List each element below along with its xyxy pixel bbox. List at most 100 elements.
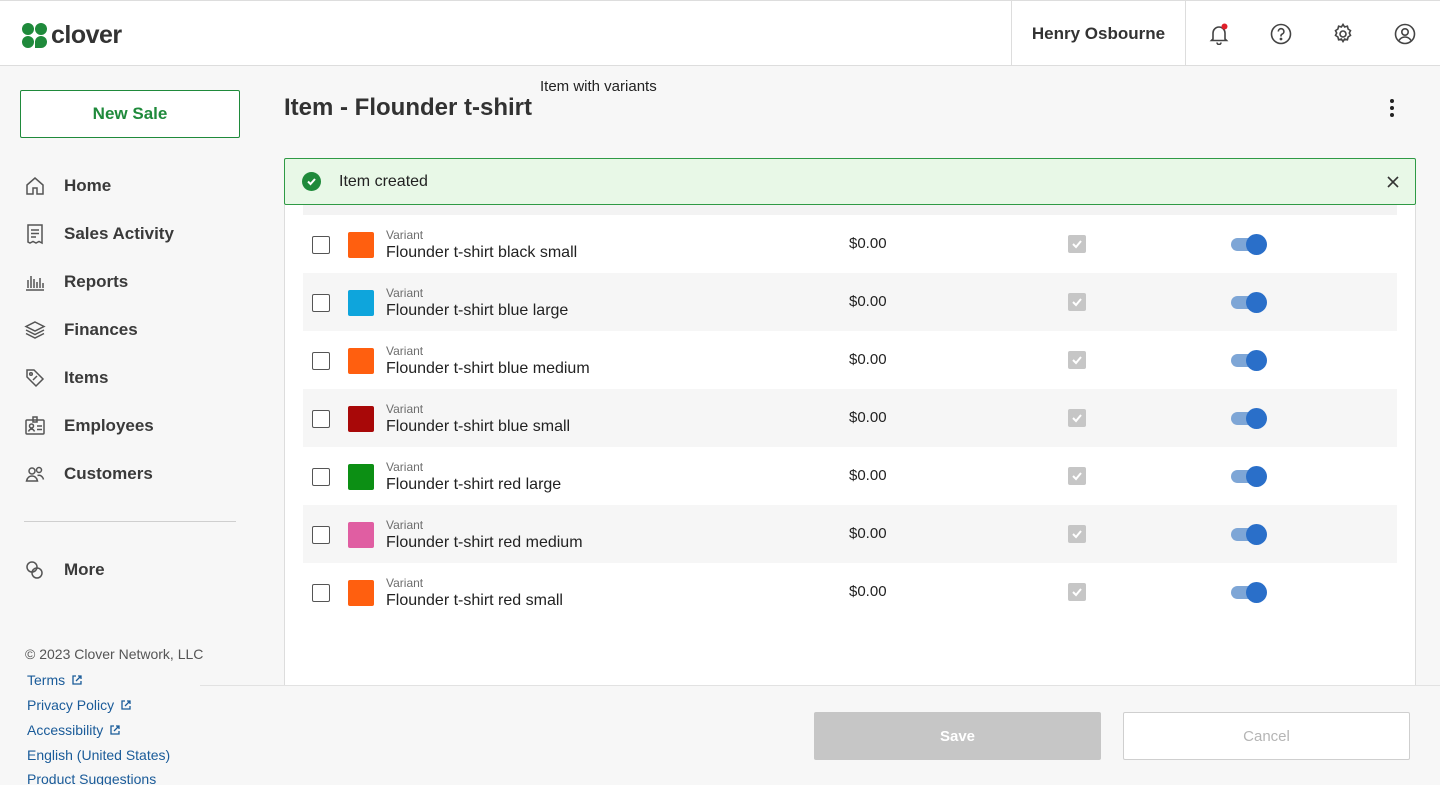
sidebar: New Sale Home Sales Activity Reports Fin… [0, 66, 260, 785]
clover-logo[interactable]: clover [22, 21, 122, 50]
variant-type-label: Variant [386, 518, 424, 532]
disabled-checkbox [1068, 525, 1086, 543]
row-divider [303, 205, 1397, 215]
user-menu[interactable]: Henry Osbourne [1011, 1, 1186, 66]
variant-name[interactable]: Flounder t-shirt blue medium [386, 360, 590, 378]
gear-icon[interactable] [1332, 23, 1354, 45]
row-checkbox[interactable] [312, 410, 330, 428]
variant-row[interactable]: Variant Flounder t-shirt blue small $0.00 [303, 389, 1397, 447]
sidebar-item-customers[interactable]: Customers [24, 459, 153, 489]
variants-panel: Variant Flounder t-shirt black small $0.00… [284, 205, 1416, 685]
external-link-icon [121, 700, 131, 710]
variant-name[interactable]: Flounder t-shirt blue small [386, 418, 570, 436]
row-checkbox[interactable] [312, 526, 330, 544]
sidebar-item-reports[interactable]: Reports [24, 267, 128, 297]
sidebar-item-sales-activity[interactable]: Sales Activity [24, 219, 174, 249]
id-badge-icon [25, 416, 45, 435]
variant-row[interactable]: Variant Flounder t-shirt red large $0.00 [303, 447, 1397, 505]
notification-dot [1221, 23, 1228, 30]
availability-toggle[interactable] [1231, 350, 1267, 371]
sidebar-item-items[interactable]: Items [24, 363, 108, 393]
sidebar-item-finances[interactable]: Finances [24, 315, 138, 345]
disabled-checkbox [1068, 409, 1086, 427]
row-checkbox[interactable] [312, 352, 330, 370]
variant-price: $0.00 [849, 525, 887, 542]
logo-text: clover [51, 21, 122, 49]
save-button[interactable]: Save [814, 712, 1101, 760]
variant-row[interactable]: Variant Flounder t-shirt black small $0.00 [303, 215, 1397, 273]
receipt-icon [27, 224, 43, 245]
layers-icon [24, 321, 46, 339]
clover-leaf-icon [22, 22, 48, 49]
link-label: Terms [27, 672, 66, 688]
variant-price: $0.00 [849, 293, 887, 310]
external-link-icon [72, 675, 82, 685]
language-link[interactable]: English (United States) [27, 747, 170, 763]
row-checkbox[interactable] [312, 468, 330, 486]
variant-name[interactable]: Flounder t-shirt blue large [386, 302, 568, 320]
availability-toggle[interactable] [1231, 582, 1267, 603]
sidebar-item-employees[interactable]: Employees [24, 411, 154, 441]
link-label: Privacy Policy [27, 697, 115, 713]
variant-type-label: Variant [386, 286, 424, 300]
variant-color-swatch [348, 290, 374, 316]
sidebar-item-label: More [64, 560, 105, 579]
variant-row[interactable]: Variant Flounder t-shirt blue large $0.00 [303, 273, 1397, 331]
new-sale-button[interactable]: New Sale [20, 90, 240, 138]
people-icon [25, 466, 45, 482]
row-checkbox[interactable] [312, 236, 330, 254]
variant-name[interactable]: Flounder t-shirt red large [386, 476, 561, 494]
variant-price: $0.00 [849, 409, 887, 426]
sidebar-item-home[interactable]: Home [24, 171, 111, 201]
variant-row[interactable]: Variant Flounder t-shirt red small $0.00 [303, 563, 1397, 621]
home-icon [26, 177, 44, 195]
bell-icon[interactable] [1208, 23, 1230, 46]
terms-link[interactable]: Terms [27, 672, 83, 688]
variant-color-swatch [348, 232, 374, 258]
disabled-checkbox [1068, 235, 1086, 253]
top-header: clover Henry Osbourne [0, 0, 1440, 66]
variant-type-label: Variant [386, 228, 424, 242]
variant-type-label: Variant [386, 402, 424, 416]
checkmark-icon [1072, 530, 1082, 539]
variant-row[interactable]: Variant Flounder t-shirt blue medium $0.00 [303, 331, 1397, 389]
cancel-button[interactable]: Cancel [1123, 712, 1410, 760]
sidebar-item-more[interactable]: More [24, 555, 105, 585]
availability-toggle[interactable] [1231, 234, 1267, 255]
variant-price: $0.00 [849, 467, 887, 484]
variant-row[interactable]: Variant Flounder t-shirt red medium $0.00 [303, 505, 1397, 563]
sidebar-item-label: Home [64, 176, 112, 195]
availability-toggle[interactable] [1231, 466, 1267, 487]
banner-message: Item created [339, 172, 428, 190]
row-checkbox[interactable] [312, 294, 330, 312]
tags-icon [26, 369, 45, 388]
variant-name[interactable]: Flounder t-shirt black small [386, 244, 577, 262]
accessibility-link[interactable]: Accessibility [27, 722, 121, 738]
variant-color-swatch [348, 406, 374, 432]
sidebar-item-label: Finances [64, 320, 138, 339]
more-options-icon[interactable] [1380, 96, 1404, 120]
variant-name[interactable]: Flounder t-shirt red small [386, 592, 563, 610]
disabled-checkbox [1068, 583, 1086, 601]
availability-toggle[interactable] [1231, 292, 1267, 313]
product-suggestions-link[interactable]: Product Suggestions [27, 771, 156, 785]
close-icon[interactable] [1383, 172, 1403, 192]
checkmark-icon [1072, 356, 1082, 365]
variant-type-label: Variant [386, 344, 424, 358]
link-label: Accessibility [27, 722, 104, 738]
variant-color-swatch [348, 522, 374, 548]
variant-name[interactable]: Flounder t-shirt red medium [386, 534, 583, 552]
privacy-policy-link[interactable]: Privacy Policy [27, 697, 132, 713]
variant-price: $0.00 [849, 351, 887, 368]
row-checkbox[interactable] [312, 584, 330, 602]
availability-toggle[interactable] [1231, 524, 1267, 545]
checkmark-icon [1072, 588, 1082, 597]
help-icon[interactable] [1270, 23, 1292, 45]
availability-toggle[interactable] [1231, 408, 1267, 429]
user-circle-icon[interactable] [1394, 23, 1416, 45]
variant-price: $0.00 [849, 235, 887, 252]
variant-color-swatch [348, 464, 374, 490]
link-label: Product Suggestions [27, 771, 157, 785]
variant-price: $0.00 [849, 583, 887, 600]
link-label: English (United States) [27, 747, 171, 763]
